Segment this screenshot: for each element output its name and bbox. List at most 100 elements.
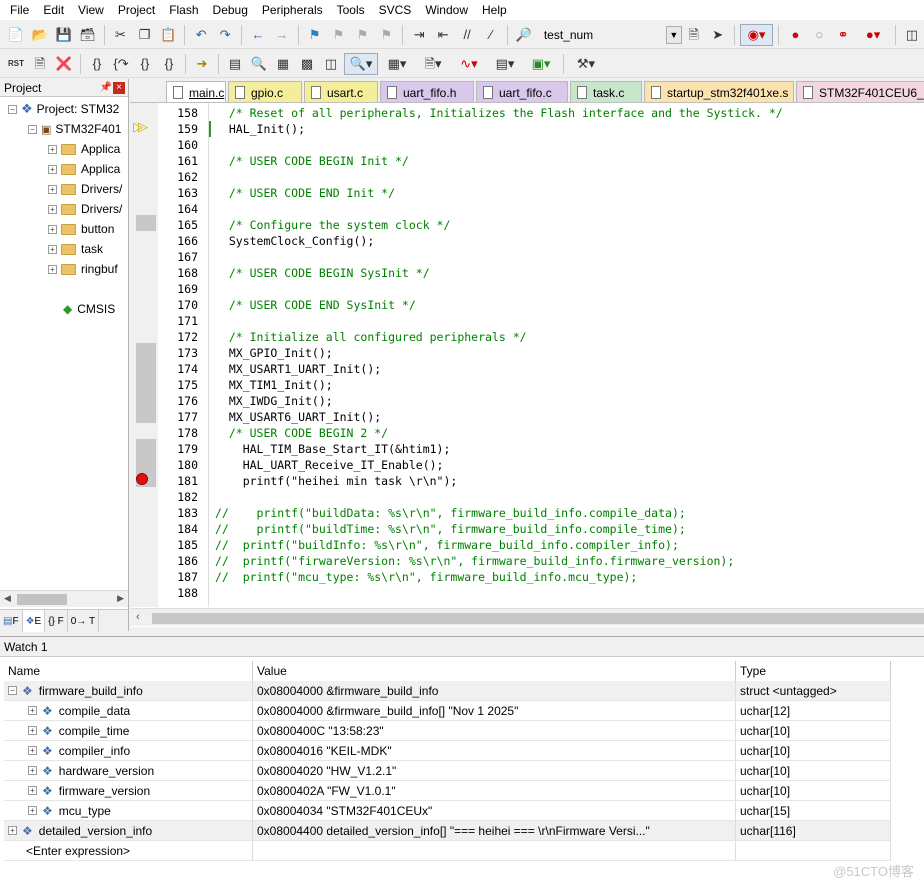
watch-row[interactable]: − ❖ firmware_build_info 0x08004000 &firmwar… xyxy=(4,681,891,701)
watch-row[interactable]: <Enter expression> xyxy=(4,841,891,861)
show-next-statement-icon[interactable]: ➜ xyxy=(191,53,213,75)
menu-item-tools[interactable]: Tools xyxy=(330,0,372,20)
expand-icon[interactable]: + xyxy=(28,726,37,735)
target-node[interactable]: − ▣ STM32F401 xyxy=(28,119,121,139)
scrollbar-thumb[interactable] xyxy=(152,613,924,624)
find-icon[interactable]: 🗎 xyxy=(683,24,705,46)
tab-file[interactable]: task.c xyxy=(570,81,642,102)
tab-file[interactable]: main.c xyxy=(166,81,226,102)
save-all-icon[interactable]: 🗃 xyxy=(77,24,99,46)
bookmark-clear-icon[interactable]: ⚑ xyxy=(375,24,397,46)
watch-value-cell[interactable]: 0x0800402A "FW_V1.0.1" xyxy=(253,781,736,801)
tab-file[interactable]: uart_fifo.c xyxy=(476,81,568,102)
cut-icon[interactable]: ✂ xyxy=(110,24,132,46)
watch-value-cell[interactable] xyxy=(253,841,736,861)
menu-item-flash[interactable]: Flash xyxy=(162,0,205,20)
disassembly-window-icon[interactable]: 🔍 xyxy=(248,53,270,75)
reset-icon[interactable]: RST xyxy=(5,53,27,75)
watch-value-cell[interactable]: 0x08004400 detailed_version_info[] "=== … xyxy=(253,821,736,841)
uncomment-icon[interactable]: ∕ xyxy=(480,24,502,46)
menu-item-peripherals[interactable]: Peripherals xyxy=(255,0,330,20)
tab-file[interactable]: STM32F401CEU6_M xyxy=(796,81,924,102)
serial-window-icon[interactable]: 🗎▾ xyxy=(416,53,450,75)
watch-name-cell[interactable]: + ❖ hardware_version xyxy=(4,761,253,781)
column-header-value[interactable]: Value xyxy=(253,661,736,681)
navigate-back-icon[interactable]: ← xyxy=(247,24,269,46)
chevron-down-icon[interactable]: ▼ xyxy=(665,25,682,44)
expand-icon[interactable]: + xyxy=(48,204,57,214)
call-stack-window-icon[interactable]: ◫ xyxy=(320,53,342,75)
expand-icon[interactable]: + xyxy=(28,806,37,815)
tab-books[interactable]: ❖ E xyxy=(22,610,46,632)
expand-icon[interactable]: + xyxy=(48,144,57,154)
watch-value-cell[interactable]: 0x08004020 "HW_V1.2.1" xyxy=(253,761,736,781)
collapse-icon[interactable]: − xyxy=(28,124,37,134)
memory-window-icon[interactable]: ▦▾ xyxy=(380,53,414,75)
analysis-window-icon[interactable]: ∿▾ xyxy=(452,53,486,75)
scrollbar-thumb[interactable] xyxy=(17,594,67,605)
open-folder-icon[interactable]: 📂 xyxy=(29,24,51,46)
system-viewer-icon[interactable]: ▣▾ xyxy=(524,53,558,75)
scroll-left-icon[interactable]: ‹ xyxy=(136,611,140,623)
editor-horizontal-scrollbar[interactable]: ‹ xyxy=(130,608,924,626)
bookmark-next-icon[interactable]: ⚑ xyxy=(352,24,374,46)
menu-item-view[interactable]: View xyxy=(71,0,111,20)
tab-file[interactable]: gpio.c xyxy=(228,81,302,102)
watch-value-cell[interactable]: 0x08004016 "KEIL-MDK" xyxy=(253,741,736,761)
pin-icon[interactable]: 📌 xyxy=(99,82,113,93)
expand-icon[interactable]: + xyxy=(48,244,57,254)
menu-item-window[interactable]: Window xyxy=(418,0,475,20)
watch-row[interactable]: + ❖ hardware_version 0x08004020 "HW_V1.2.1"… xyxy=(4,761,891,781)
expand-icon[interactable]: + xyxy=(48,184,57,194)
project-group[interactable]: + Drivers/ xyxy=(48,179,122,199)
column-header-type[interactable]: Type xyxy=(736,661,891,681)
bookmark-prev-icon[interactable]: ⚑ xyxy=(328,24,350,46)
expand-icon[interactable]: + xyxy=(28,706,37,715)
project-group[interactable]: + Applica xyxy=(48,139,120,159)
scroll-left-icon[interactable]: ◀ xyxy=(4,593,11,604)
expand-icon[interactable]: + xyxy=(48,264,57,274)
toolbox-icon[interactable]: ⚒▾ xyxy=(569,53,603,75)
incremental-find-icon[interactable]: ➤ xyxy=(707,24,729,46)
watch-row[interactable]: + ❖ compile_data 0x08004000 &firmware_build… xyxy=(4,701,891,721)
scroll-right-icon[interactable]: ▶ xyxy=(117,593,124,604)
copy-icon[interactable]: ❐ xyxy=(133,24,155,46)
find-in-files-icon[interactable]: 🔎 xyxy=(513,24,535,46)
watch-value-cell[interactable]: 0x08004000 &firmware_build_info[] "Nov 1… xyxy=(253,701,736,721)
expand-icon[interactable]: + xyxy=(28,786,37,795)
stop-icon[interactable]: ❌ xyxy=(53,53,75,75)
tab-file[interactable]: uart_fifo.h xyxy=(380,81,474,102)
run-to-cursor-icon[interactable]: {} xyxy=(158,53,180,75)
comment-icon[interactable]: // xyxy=(456,24,478,46)
tab-functions[interactable]: {} F xyxy=(45,610,68,632)
undo-icon[interactable]: ↶ xyxy=(190,24,212,46)
tab-file[interactable]: startup_stm32f401xe.s xyxy=(644,81,794,102)
breakpoint-disable-icon[interactable]: ○ xyxy=(808,24,830,46)
debug-session-icon[interactable]: ◉▾ xyxy=(739,23,774,46)
menu-item-file[interactable]: File xyxy=(3,0,36,20)
new-file-icon[interactable]: 📄 xyxy=(5,24,27,46)
trace-window-icon[interactable]: ▤▾ xyxy=(488,53,522,75)
bookmark-toggle-icon[interactable]: ⚑ xyxy=(304,24,326,46)
project-group[interactable]: + ringbuf xyxy=(48,259,118,279)
watch-name-cell[interactable]: + ❖ firmware_version xyxy=(4,781,253,801)
tab-templates[interactable]: 0→ T xyxy=(68,610,100,632)
paste-icon[interactable]: 📋 xyxy=(157,24,179,46)
project-horizontal-scrollbar[interactable]: ◀ ▶ xyxy=(0,590,128,607)
symbols-window-icon[interactable]: ▦ xyxy=(272,53,294,75)
watch-name-cell[interactable]: + ❖ detailed_version_info xyxy=(4,821,253,841)
menu-item-project[interactable]: Project xyxy=(111,0,162,20)
expand-icon[interactable]: + xyxy=(8,826,17,835)
breakpoint-insert-icon[interactable]: ● xyxy=(784,24,806,46)
editor-gutter[interactable]: ▷▷ xyxy=(130,103,158,607)
project-group[interactable]: + task xyxy=(48,239,103,259)
indent-icon[interactable]: ⇥ xyxy=(408,24,430,46)
collapse-icon[interactable]: − xyxy=(8,104,17,114)
expand-icon[interactable]: + xyxy=(28,746,37,755)
collapse-icon[interactable]: − xyxy=(8,686,17,695)
column-header-name[interactable]: Name xyxy=(4,661,253,681)
step-out-icon[interactable]: {} xyxy=(134,53,156,75)
tab-project[interactable]: ▤ F xyxy=(0,610,23,632)
registers-window-icon[interactable]: ▩ xyxy=(296,53,318,75)
breakpoint-icon[interactable] xyxy=(136,473,148,485)
